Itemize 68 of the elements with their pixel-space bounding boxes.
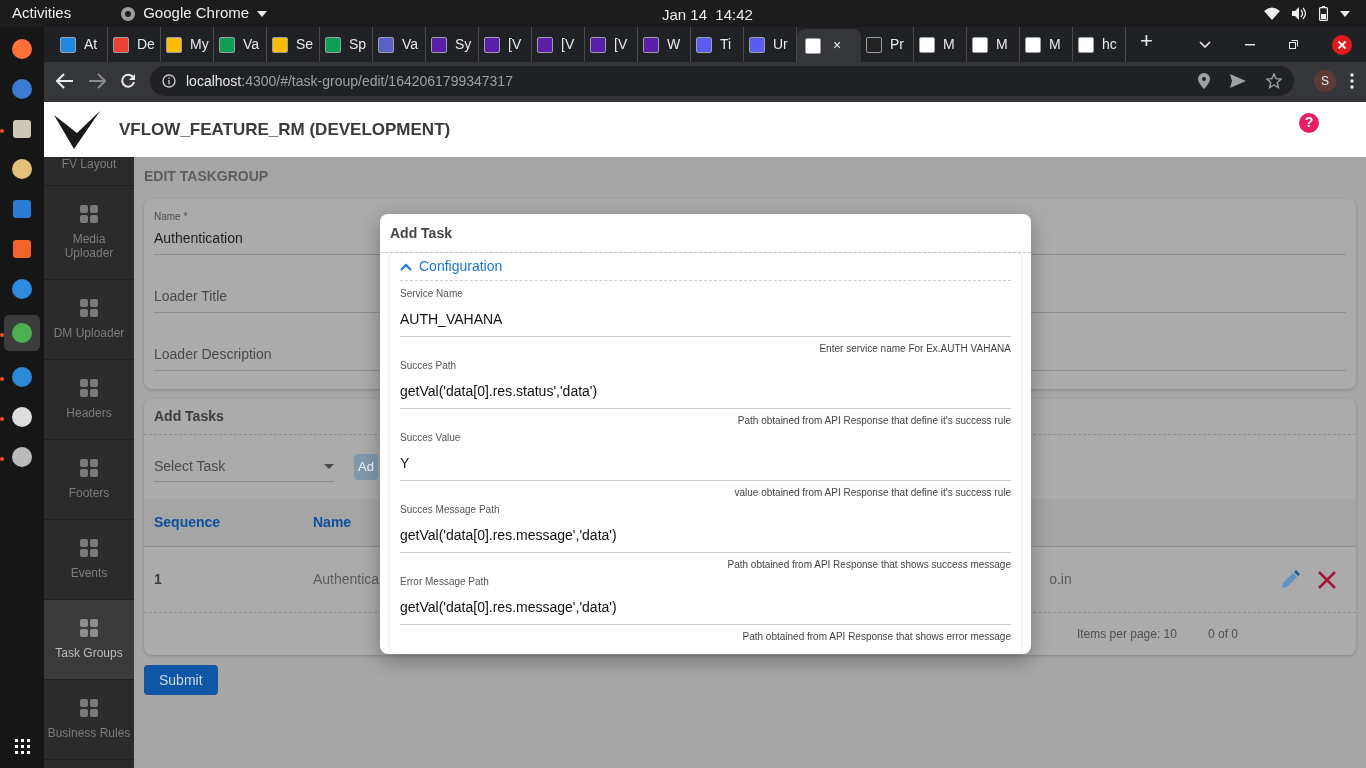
grid-icon	[80, 205, 98, 223]
grid-icon	[80, 299, 98, 317]
table-cell-text: 1	[154, 570, 163, 589]
app-launcher-icon[interactable]	[11, 118, 33, 140]
profile-avatar[interactable]: S	[1314, 70, 1336, 92]
text-field[interactable]: Error Message Path getVal('data[0].res.message','data')	[400, 575, 1011, 625]
app-menu[interactable]: Google Chrome	[143, 2, 250, 25]
dialog-title: Add Task	[380, 214, 1031, 253]
caret-icon	[324, 464, 334, 469]
send-icon[interactable]	[1230, 74, 1246, 88]
app-launcher-icon[interactable]	[11, 238, 33, 260]
address-bar[interactable]: localhost:4300/#/task-group/edit/1642061799347317	[150, 66, 1294, 96]
info-icon	[162, 74, 176, 88]
chrome-icon	[121, 6, 136, 21]
page-range: 0 of 0	[1207, 626, 1238, 643]
app-title: VFLOW_FEATURE_RM (DEVELOPMENT)	[119, 118, 451, 141]
grid-icon	[80, 379, 98, 397]
logo-icon	[54, 110, 100, 149]
menu-icon[interactable]	[1350, 73, 1354, 89]
browser-tab[interactable]: ×	[797, 29, 861, 62]
delete-icon[interactable]	[1318, 570, 1336, 589]
app-launcher-icon[interactable]	[11, 158, 33, 180]
sidebar-item[interactable]: Task Groups	[44, 600, 134, 680]
text-field[interactable]: Succes Message Path getVal('data[0].res.message','data')	[400, 503, 1011, 553]
close-icon[interactable]	[1332, 34, 1352, 55]
caret-icon	[257, 10, 268, 17]
app-launcher-icon[interactable]	[11, 406, 33, 428]
forward-icon[interactable]	[88, 73, 106, 89]
new-tab-button[interactable]: +	[1140, 24, 1153, 57]
back-icon[interactable]	[56, 73, 74, 89]
battery-icon[interactable]	[1319, 6, 1328, 21]
items-per-page[interactable]: Items per page: 10	[1076, 625, 1177, 643]
app-launcher-icon[interactable]	[11, 446, 33, 468]
hint-text: Enter service name For Ex.AUTH VAHANA	[819, 343, 1011, 355]
text-field[interactable]: Succes Path getVal('data[0].res.status','data')	[400, 359, 1011, 409]
grid-icon	[80, 459, 98, 477]
hint-text: Path obtained from API Response that shows error message	[742, 631, 1011, 643]
app-launcher-icon[interactable]	[11, 38, 33, 60]
chevron-down-icon[interactable]	[1199, 41, 1211, 48]
submit-button[interactable]: Submit	[144, 665, 218, 695]
configuration-header[interactable]: Configuration	[400, 253, 1011, 281]
reload-icon[interactable]	[120, 73, 136, 89]
location-pin-icon[interactable]	[1198, 73, 1210, 89]
hint-text: Path obtained from API Response that shows success message	[727, 559, 1011, 571]
help-button[interactable]: ?	[1299, 112, 1319, 133]
text-field[interactable]: Succes Value Y	[400, 431, 1011, 481]
wifi-icon[interactable]	[1264, 7, 1280, 20]
text-field[interactable]: Service Name AUTH_VAHANA	[400, 287, 1011, 337]
minimize-icon[interactable]	[1245, 43, 1255, 46]
volume-icon[interactable]	[1292, 7, 1307, 20]
clock[interactable]: Jan 14 14:42	[662, 4, 753, 27]
chevron-icon	[400, 262, 412, 271]
hint-text: value obtained from API Response that define it's success rule	[734, 487, 1011, 499]
page-heading: EDIT TASKGROUP	[144, 167, 270, 186]
star-icon[interactable]	[1266, 73, 1282, 89]
table-cell-text: Authentica	[313, 570, 380, 589]
grid-icon	[80, 699, 98, 717]
app-grid-icon[interactable]	[14, 739, 30, 754]
grid-icon	[80, 539, 98, 557]
restore-icon[interactable]	[1289, 40, 1298, 49]
caret-icon[interactable]	[1340, 10, 1350, 17]
grid-icon	[80, 619, 98, 637]
task-select[interactable]: Select Task	[154, 452, 334, 482]
activities-button[interactable]: Activities	[12, 2, 72, 25]
url-text: localhost:4300/#/task-group/edit/1642061799347317	[186, 71, 513, 91]
hint-text: Path obtained from API Response that define it's success rule	[737, 415, 1011, 427]
pencil-icon[interactable]	[1280, 569, 1300, 590]
table-cell-text: o.in	[1049, 570, 1072, 589]
